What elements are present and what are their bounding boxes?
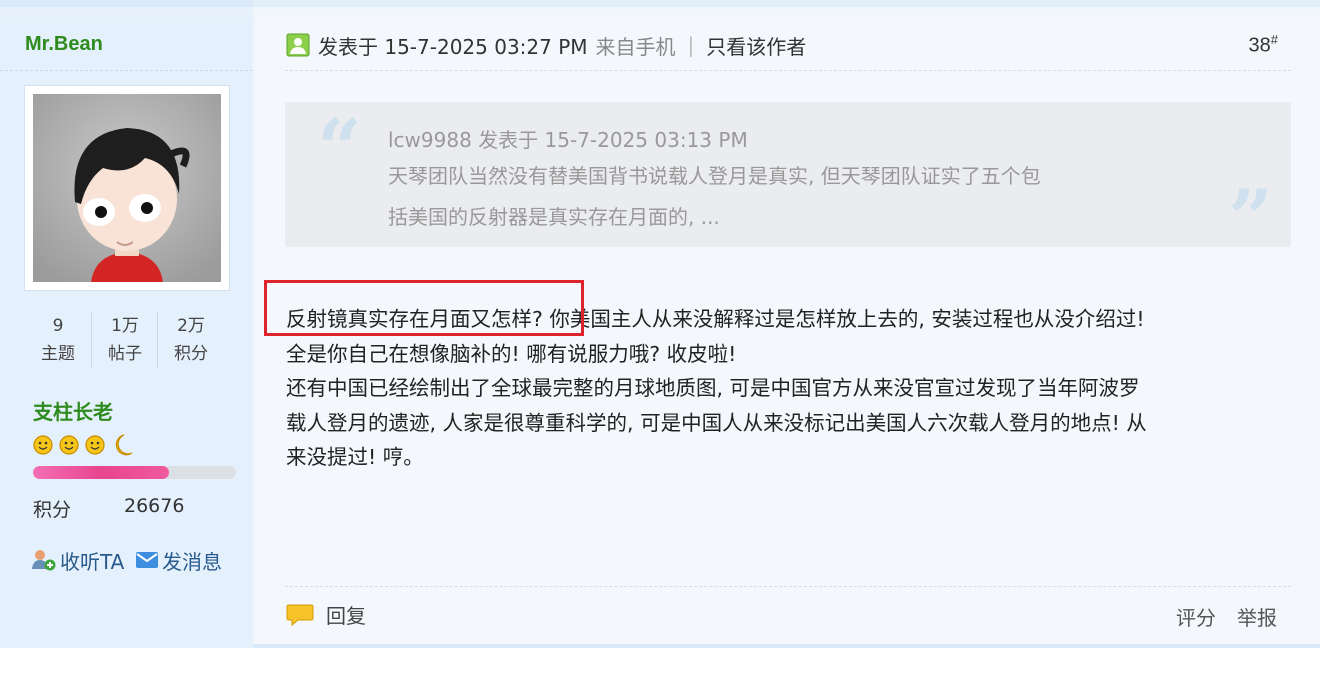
follow-label: 收听TA — [60, 549, 125, 574]
stat-value: 9 — [52, 316, 64, 336]
follow-user-icon — [32, 550, 56, 571]
body-line: 还有中国已经绘制出了全球最完整的月球地质图, 可是中国官方从来没官宣过发现了当年… — [286, 376, 1140, 400]
stat-threads[interactable]: 9 主题 — [25, 312, 91, 368]
post-meta: 发表于 15-7-2025 03:27 PM 来自手机 | 只看该作者 — [286, 30, 806, 60]
page-bottom — [0, 648, 1320, 693]
author-stats: 9 主题 1万 帖子 2万 积分 — [25, 312, 235, 368]
reply-button[interactable]: 回复 — [286, 600, 366, 629]
stat-value: 2万 — [177, 316, 205, 336]
stat-posts[interactable]: 1万 帖子 — [91, 312, 158, 368]
quote-block: “ ” lcw9988 发表于 15-7-2025 03:13 PM 天琴团队当… — [285, 102, 1291, 258]
author-name[interactable]: Mr.Bean — [25, 33, 103, 56]
sun-icon — [59, 435, 79, 455]
rank-progress-fill — [33, 466, 169, 479]
envelope-icon — [136, 552, 158, 568]
floor-value: 38 — [1248, 34, 1271, 57]
points-label: 积分 — [33, 499, 72, 521]
floor-mark: # — [1270, 32, 1278, 47]
meta-separator: | — [687, 33, 695, 57]
quote-header: lcw9988 发表于 15-7-2025 03:13 PM — [388, 128, 748, 152]
stat-value: 1万 — [111, 316, 139, 336]
sun-icon — [33, 435, 53, 455]
follow-button[interactable]: 收听TA — [31, 546, 124, 574]
avatar-image — [33, 94, 221, 282]
only-author-link[interactable]: 只看该作者 — [706, 31, 806, 60]
post-timestamp: 发表于 15-7-2025 03:27 PM — [318, 34, 588, 59]
stat-label: 积分 — [174, 344, 208, 364]
reply-label: 回复 — [326, 604, 366, 628]
body-line: 载人登月的遗迹, 人家是很尊重科学的, 可是中国人从来没标记出美国人六次载人登月… — [286, 410, 1147, 435]
points-value: 26676 — [124, 495, 185, 517]
meta-divider — [285, 70, 1291, 71]
report-button[interactable]: 举报 — [1237, 602, 1277, 631]
stat-points[interactable]: 2万 积分 — [157, 312, 224, 368]
open-quote-icon: “ — [317, 103, 362, 194]
highlight-annotation-box — [264, 280, 584, 336]
body-line: 全是你自己在想像脑补的! 哪有说服力哦? 收皮啦! — [286, 341, 737, 366]
online-status-icon — [286, 33, 310, 57]
footer-divider — [285, 586, 1291, 587]
stat-label: 帖子 — [108, 344, 142, 364]
floor-number[interactable]: 38# — [1249, 32, 1278, 58]
avatar[interactable] — [25, 86, 229, 290]
body-line: 来没提过! 哼。 — [286, 445, 424, 469]
moon-icon — [115, 434, 133, 456]
sidebar-divider — [0, 70, 253, 71]
sun-icon — [85, 435, 105, 455]
user-rank[interactable]: 支柱长老 — [33, 396, 113, 425]
quote-line: 括美国的反射器是真实存在月面的, ... — [388, 205, 720, 229]
close-quote-icon: ” — [1228, 173, 1273, 264]
speech-bubble-icon — [286, 604, 314, 626]
rank-progress-bar — [33, 466, 236, 479]
stat-label: 主题 — [41, 344, 75, 364]
message-label: 发消息 — [162, 549, 222, 574]
quote-line: 天琴团队当然没有替美国背书说载人登月是真实, 但天琴团队证实了五个包 — [388, 164, 1041, 188]
post-source: 来自手机 — [595, 34, 676, 59]
rank-level-icons — [33, 434, 133, 456]
rate-button[interactable]: 评分 — [1176, 602, 1216, 631]
send-message-button[interactable]: 发消息 — [135, 546, 222, 574]
